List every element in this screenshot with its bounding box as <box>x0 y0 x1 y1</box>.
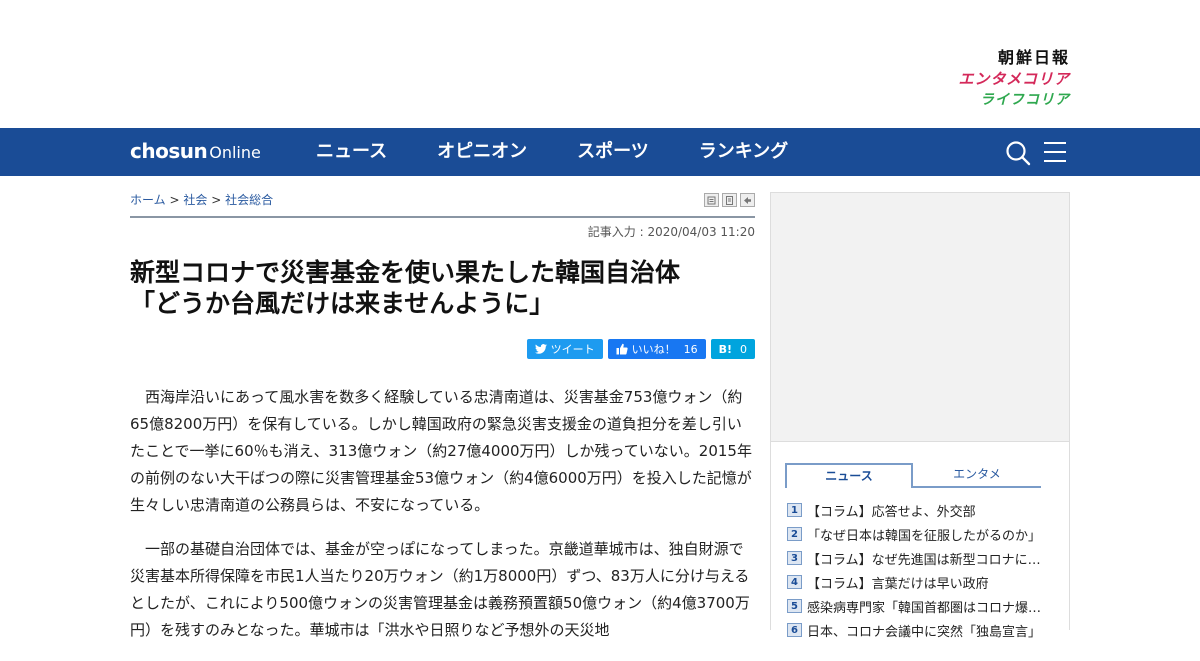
headline-line-1: 新型コロナで災害基金を使い果たした韓国自治体 <box>130 258 681 287</box>
twitter-bird-icon <box>534 344 547 354</box>
main-navbar: chosun Online ニュース オピニオン スポーツ ランキング <box>0 128 1200 176</box>
nav-item-sports[interactable]: スポーツ <box>577 128 649 176</box>
logo-light-text: Online <box>209 143 261 162</box>
article-headline: 新型コロナで災害基金を使い果たした韓国自治体 「どうか台風だけは来ませんように」 <box>130 257 755 319</box>
nav-item-ranking[interactable]: ランキング <box>699 128 788 176</box>
top-banner-area: 朝鮮日報 エンタメコリア ライフコリア <box>0 0 1200 128</box>
document-icon[interactable] <box>722 193 737 207</box>
rank-title: 【コラム】言葉だけは早い政府 <box>807 576 989 592</box>
list-item[interactable]: 6 日本、コロナ会議中に突然「独島宣言」 <box>787 618 1047 642</box>
tab-news[interactable]: ニュース <box>785 463 913 488</box>
article-paragraph: 西海岸沿いにあって風水害を数多く経験している忠清南道は、災害基金753億ウォン（… <box>130 388 752 514</box>
thumbs-up-icon <box>616 343 628 355</box>
rank-number: 6 <box>787 623 802 637</box>
like-count: 16 <box>683 342 698 356</box>
search-icon[interactable] <box>1005 140 1031 166</box>
breadcrumb-separator: > <box>211 193 222 207</box>
share-buttons: ツイート いいね！ 16 B! 0 <box>526 339 755 359</box>
tweet-label: ツイート <box>550 343 595 356</box>
breadcrumb-subsection[interactable]: 社会総合 <box>225 193 273 207</box>
brand-links: 朝鮮日報 エンタメコリア ライフコリア <box>958 44 1070 108</box>
rank-title: 【コラム】なぜ先進国は新型コロナに… <box>807 552 1041 568</box>
hamburger-menu-icon[interactable] <box>1044 142 1066 162</box>
list-item[interactable]: 4 【コラム】言葉だけは早い政府 <box>787 570 1047 594</box>
hatena-bookmark-button[interactable]: B! 0 <box>710 339 755 359</box>
nav-item-opinion[interactable]: オピニオン <box>437 128 527 176</box>
hatena-label: B! <box>718 342 732 356</box>
article-date: 記事入力 : 2020/04/03 11:20 <box>587 225 755 239</box>
list-item[interactable]: 1 【コラム】応答せよ、外交部 <box>787 498 1047 522</box>
hatena-count: 0 <box>740 342 747 356</box>
chosun-online-logo[interactable]: chosun Online <box>130 139 261 163</box>
ad-slot <box>770 192 1070 442</box>
breadcrumb: ホーム > 社会 > 社会総合 <box>130 191 273 208</box>
rank-number: 2 <box>787 527 802 541</box>
life-korea-logo[interactable]: ライフコリア <box>958 89 1070 108</box>
list-item[interactable]: 3 【コラム】なぜ先進国は新型コロナに… <box>787 546 1047 570</box>
rank-title: 日本、コロナ会議中に突然「独島宣言」 <box>807 624 1042 640</box>
list-item[interactable]: 2 「なぜ日本は韓国を征服したがるのか」 <box>787 522 1047 546</box>
rank-number: 5 <box>787 599 802 613</box>
rank-number: 4 <box>787 575 802 589</box>
ranking-tabs: ニュース エンタメ <box>785 463 1041 488</box>
facebook-like-button[interactable]: いいね！ 16 <box>607 339 706 359</box>
tweet-button[interactable]: ツイート <box>526 339 603 359</box>
rank-number: 1 <box>787 503 802 517</box>
rank-title: 感染病専門家「韓国首都圏はコロナ爆… <box>807 600 1042 616</box>
tab-entame[interactable]: エンタメ <box>913 463 1041 486</box>
print-icon[interactable] <box>704 193 719 207</box>
breadcrumb-separator: > <box>169 193 180 207</box>
back-arrow-icon[interactable] <box>740 193 755 207</box>
header-divider <box>130 216 755 218</box>
article-tools <box>704 193 755 207</box>
entame-korea-logo[interactable]: エンタメコリア <box>958 68 1070 88</box>
list-item[interactable]: 5 感染病専門家「韓国首都圏はコロナ爆… <box>787 594 1047 618</box>
rank-number: 3 <box>787 551 802 565</box>
ranking-list: 1 【コラム】応答せよ、外交部 2 「なぜ日本は韓国を征服したがるのか」 3 【コラム… <box>787 498 1047 642</box>
nav-item-news[interactable]: ニュース <box>316 128 387 176</box>
sidebar: ニュース エンタメ 1 【コラム】応答せよ、外交部 2 「なぜ日本は韓国を征服したが… <box>770 192 1070 640</box>
breadcrumb-home[interactable]: ホーム <box>130 193 166 207</box>
headline-line-2: 「どうか台風だけは来ませんように」 <box>130 289 555 318</box>
like-label: いいね！ <box>631 343 676 356</box>
breadcrumb-section[interactable]: 社会 <box>183 193 207 207</box>
article-paragraph: 一部の基礎自治団体では、基金が空っぽになってしまった。京畿道華城市は、独自財源で… <box>130 540 750 639</box>
nav-menu: ニュース オピニオン スポーツ ランキング <box>316 128 838 176</box>
chosun-ilbo-logo[interactable]: 朝鮮日報 <box>958 44 1070 67</box>
logo-bold-text: chosun <box>130 139 208 163</box>
article-body: 西海岸沿いにあって風水害を数多く経験している忠清南道は、災害基金753億ウォン（… <box>130 384 755 661</box>
rank-title: 「なぜ日本は韓国を征服したがるのか」 <box>807 528 1042 544</box>
rank-title: 【コラム】応答せよ、外交部 <box>807 504 976 520</box>
